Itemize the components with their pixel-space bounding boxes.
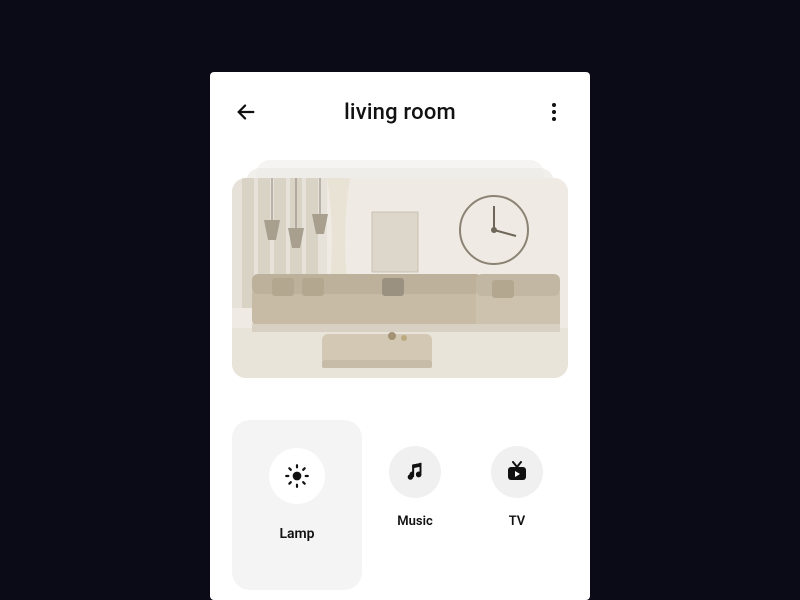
- control-tv-label: TV: [509, 514, 526, 529]
- control-lamp-label: Lamp: [279, 526, 314, 542]
- control-music[interactable]: Music: [380, 446, 450, 590]
- controls-row: Music TV: [380, 420, 552, 590]
- control-music-label: Music: [397, 514, 432, 529]
- control-tv[interactable]: TV: [482, 446, 552, 590]
- tv-icon: [491, 446, 543, 498]
- music-note-icon: [389, 446, 441, 498]
- control-lamp[interactable]: Lamp: [232, 420, 362, 590]
- sun-icon: [269, 448, 325, 504]
- back-button[interactable]: [232, 98, 260, 126]
- room-photo: [232, 178, 568, 378]
- more-vertical-icon: [552, 103, 556, 107]
- device-controls: Lamp Music: [232, 420, 568, 590]
- header-bar: living room: [232, 92, 568, 132]
- living-room-illustration: [232, 178, 568, 378]
- page-title: living room: [344, 100, 456, 125]
- room-screen: living room: [210, 72, 590, 600]
- room-photo-stack[interactable]: [232, 160, 568, 380]
- arrow-left-icon: [235, 101, 257, 123]
- more-button[interactable]: [540, 98, 568, 126]
